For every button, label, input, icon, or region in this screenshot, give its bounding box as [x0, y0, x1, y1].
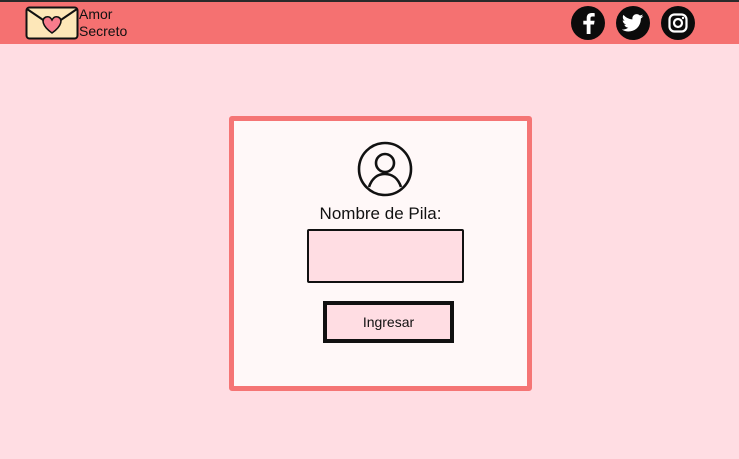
facebook-link[interactable] [571, 6, 605, 40]
user-circle-icon [357, 141, 413, 197]
first-name-input[interactable] [307, 229, 464, 283]
instagram-link[interactable] [661, 6, 695, 40]
instagram-icon [668, 13, 688, 33]
header-bar: Amor Secreto [0, 0, 739, 44]
submit-button[interactable]: Ingresar [323, 301, 454, 343]
brand-name: Amor Secreto [79, 6, 127, 40]
brand-line-1: Amor [79, 6, 113, 22]
envelope-heart-icon[interactable] [25, 6, 79, 40]
login-card: Nombre de Pila: Ingresar [229, 116, 532, 391]
facebook-icon [583, 13, 595, 34]
twitter-icon [622, 14, 644, 32]
brand-line-2: Secreto [79, 23, 128, 39]
twitter-link[interactable] [616, 6, 650, 40]
first-name-label: Nombre de Pila: [319, 204, 442, 223]
